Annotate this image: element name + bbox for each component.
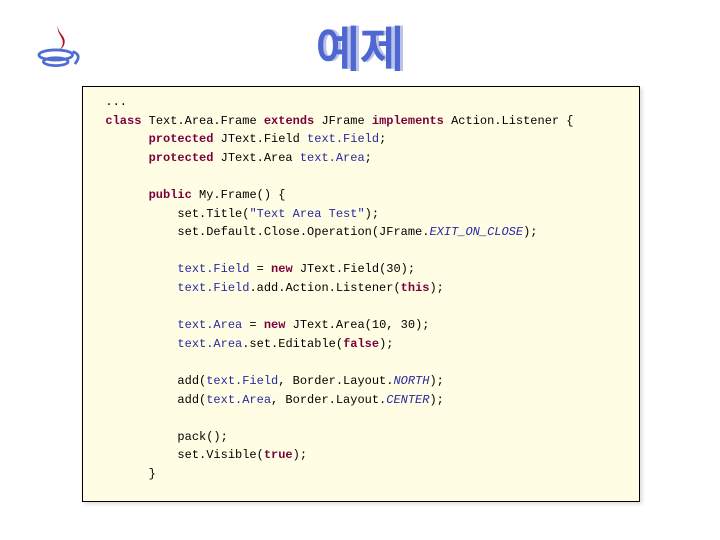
keyword-protected: protected <box>149 151 214 165</box>
code-text: = <box>242 318 264 332</box>
field-ref: text.Field <box>206 374 278 388</box>
code-text: JFrame <box>314 114 372 128</box>
constant: CENTER <box>386 393 429 407</box>
keyword-class: class <box>105 114 141 128</box>
code-text: ); <box>293 448 307 462</box>
code-box: ... class Text.Area.Frame extends JFrame… <box>82 86 640 502</box>
code-text: add( <box>91 393 206 407</box>
slide: 예제 예제 ... class Text.Area.Frame extends … <box>0 0 720 540</box>
code-text: ); <box>429 281 443 295</box>
code-text: JText.Area <box>213 151 299 165</box>
keyword-protected: protected <box>149 132 214 146</box>
code-text: ); <box>379 337 393 351</box>
code-text: = <box>249 262 271 276</box>
code-text: ); <box>429 374 443 388</box>
code-text: ); <box>429 393 443 407</box>
keyword-new: new <box>271 262 293 276</box>
code-text: } <box>91 467 156 481</box>
constant: EXIT_ON_CLOSE <box>429 225 523 239</box>
field-ref: text.Area <box>177 318 242 332</box>
keyword-true: true <box>264 448 293 462</box>
code-text: JText.Field(30); <box>293 262 415 276</box>
code-text: set.Title( <box>91 207 249 221</box>
java-logo-icon <box>30 18 86 74</box>
code-text: Text.Area.Frame <box>141 114 263 128</box>
code-text: ); <box>523 225 537 239</box>
keyword-new: new <box>264 318 286 332</box>
slide-title-text: 예제 <box>0 10 720 80</box>
string-literal: "Text Area Test" <box>249 207 364 221</box>
keyword-false: false <box>343 337 379 351</box>
code-text: , Border.Layout. <box>271 393 386 407</box>
slide-title: 예제 예제 <box>0 10 720 80</box>
keyword-implements: implements <box>372 114 444 128</box>
code-text: add( <box>91 374 206 388</box>
code-text: My.Frame() { <box>192 188 286 202</box>
keyword-public: public <box>149 188 192 202</box>
field-ref: text.Area <box>206 393 271 407</box>
code-text: set.Default.Close.Operation(JFrame. <box>91 225 429 239</box>
code-text: , Border.Layout. <box>278 374 393 388</box>
code-text: JText.Field <box>213 132 307 146</box>
field-ref: text.Field <box>307 132 379 146</box>
code-text: ; <box>379 132 386 146</box>
code-text: ); <box>365 207 379 221</box>
constant: NORTH <box>393 374 429 388</box>
keyword-extends: extends <box>264 114 314 128</box>
code-text: set.Visible( <box>91 448 264 462</box>
code-text: JText.Area(10, 30); <box>285 318 429 332</box>
field-ref: text.Field <box>177 262 249 276</box>
code-text: .set.Editable( <box>242 337 343 351</box>
code-text: Action.Listener { <box>444 114 574 128</box>
slide-title-shadow: 예제 <box>3 10 720 80</box>
keyword-this: this <box>401 281 430 295</box>
code-line: ... <box>91 95 127 109</box>
code-text: pack(); <box>91 430 228 444</box>
field-ref: text.Field <box>177 281 249 295</box>
code-text: ; <box>365 151 372 165</box>
field-ref: text.Area <box>177 337 242 351</box>
field-ref: text.Area <box>300 151 365 165</box>
code-text: .add.Action.Listener( <box>249 281 400 295</box>
